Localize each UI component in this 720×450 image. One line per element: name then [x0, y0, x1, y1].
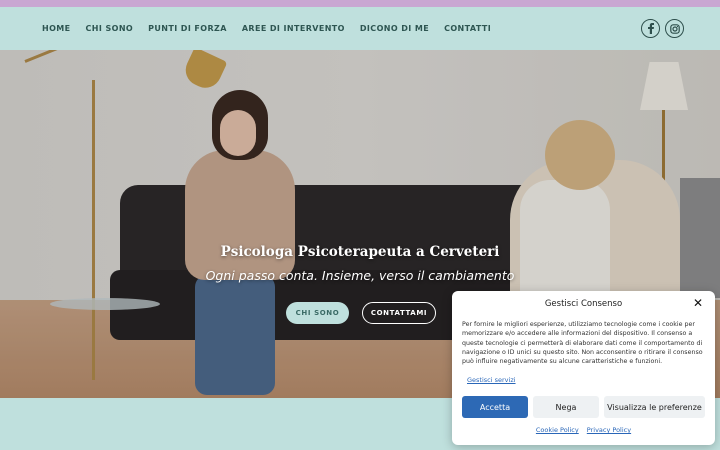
main-nav: HOME CHI SONO PUNTI DI FORZA AREE DI INT… — [42, 7, 506, 50]
manage-services-link[interactable]: Gestisci servizi — [467, 376, 516, 384]
close-icon[interactable]: ✕ — [693, 296, 703, 310]
top-accent-strip — [0, 0, 720, 7]
hero-title: Psicologa Psicoterapeuta a Cerveteri — [220, 244, 500, 260]
nav-item-dicono-di-me[interactable]: DICONO DI ME — [360, 24, 429, 33]
contattami-button[interactable]: CONTATTAMI — [362, 302, 436, 324]
nav-item-contatti[interactable]: CONTATTI — [444, 24, 491, 33]
consent-title: Gestisci Consenso — [544, 299, 623, 309]
cookie-policy-link[interactable]: Cookie Policy — [536, 426, 579, 434]
nav-item-aree-di-intervento[interactable]: AREE DI INTERVENTO — [242, 24, 345, 33]
nav-item-home[interactable]: HOME — [42, 24, 71, 33]
facebook-icon[interactable] — [641, 19, 660, 38]
nav-item-chi-sono[interactable]: CHI SONO — [86, 24, 134, 33]
privacy-policy-link[interactable]: Privacy Policy — [587, 426, 631, 434]
site-header: HOME CHI SONO PUNTI DI FORZA AREE DI INT… — [0, 7, 720, 50]
consent-footer-links: Cookie Policy Privacy Policy — [452, 426, 715, 434]
hero-subtitle: Ogni passo conta. Insieme, verso il camb… — [205, 268, 515, 283]
deny-button[interactable]: Nega — [533, 396, 599, 418]
accept-button[interactable]: Accetta — [462, 396, 528, 418]
view-preferences-button[interactable]: Visualizza le preferenze — [604, 396, 705, 418]
chi-sono-button[interactable]: CHI SONO — [286, 302, 349, 324]
nav-item-punti-di-forza[interactable]: PUNTI DI FORZA — [148, 24, 227, 33]
consent-text: Per fornire le migliori esperienze, util… — [462, 321, 703, 366]
instagram-icon[interactable] — [665, 19, 684, 38]
consent-dialog: Gestisci Consenso ✕ Per fornire le migli… — [452, 291, 715, 445]
